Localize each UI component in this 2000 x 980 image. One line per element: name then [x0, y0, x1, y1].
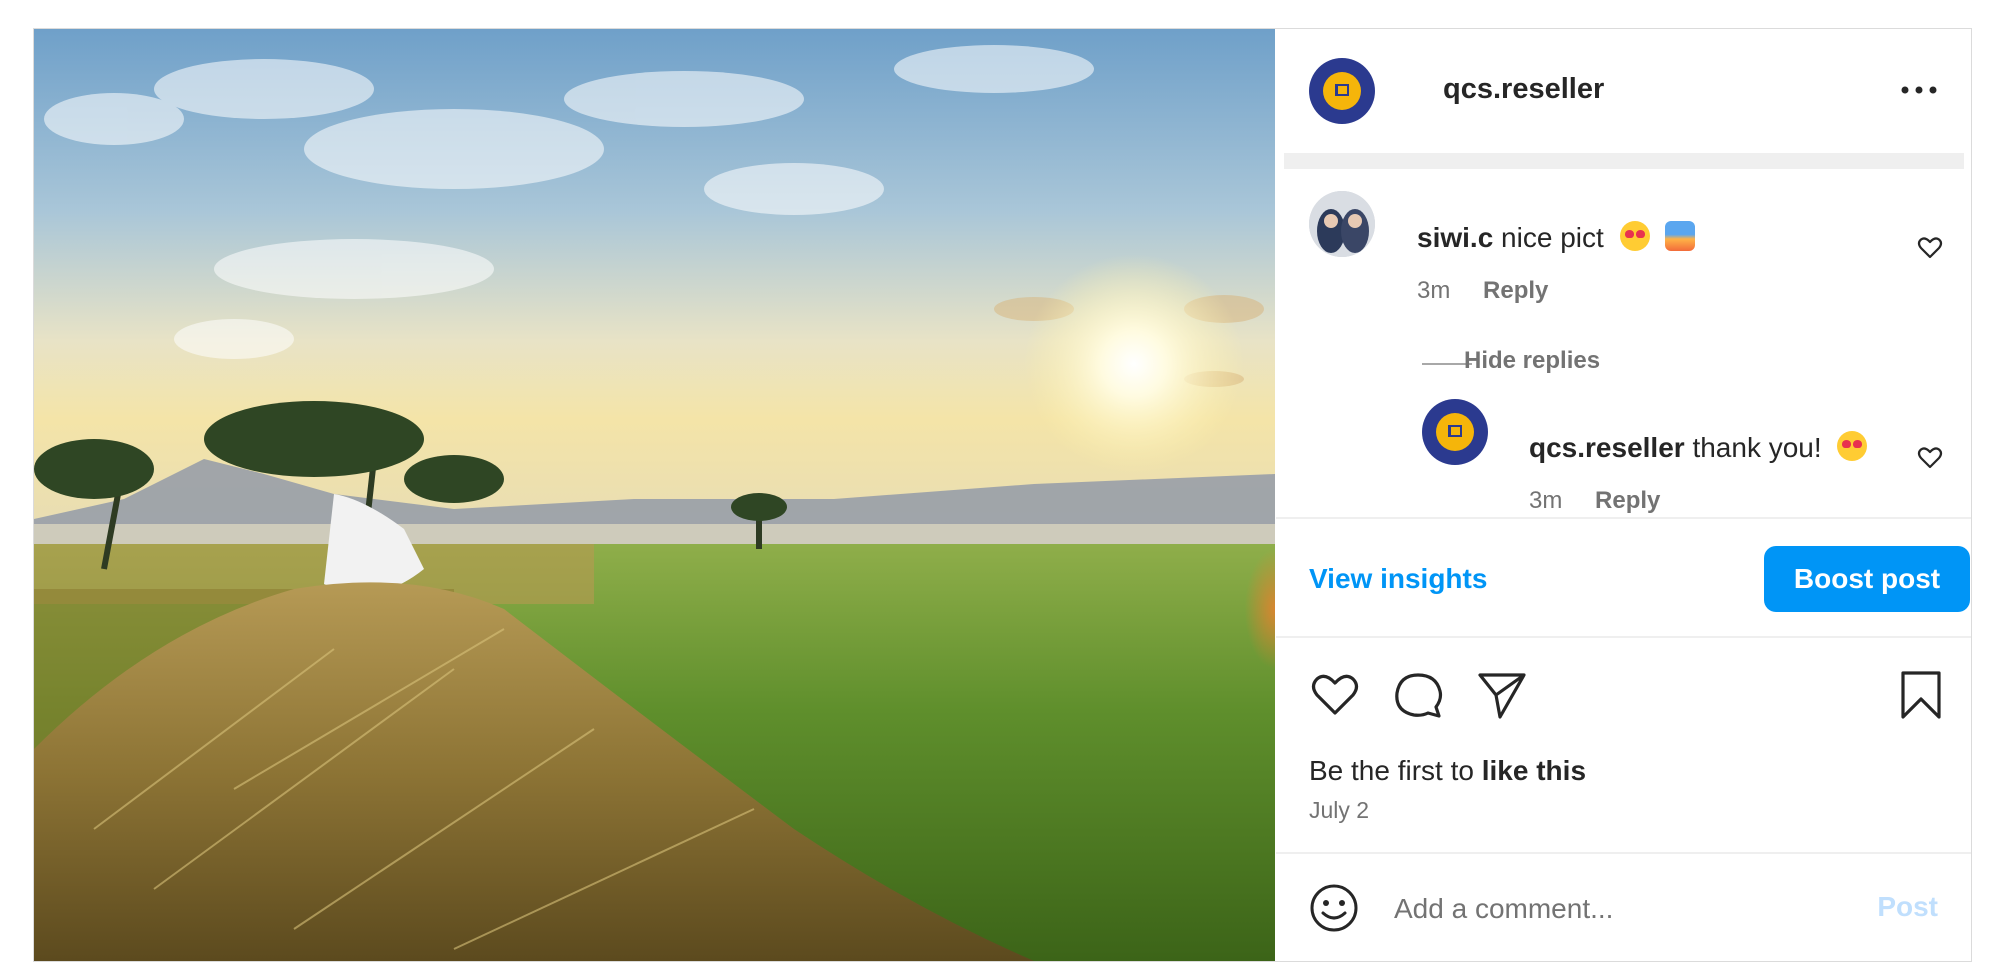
- reply-button[interactable]: Reply: [1483, 277, 1548, 304]
- post-image[interactable]: [34, 29, 1275, 961]
- add-comment-divider: [1276, 852, 1971, 854]
- reply-username[interactable]: qcs.reseller: [1529, 432, 1685, 463]
- boost-post-button[interactable]: Boost post: [1764, 546, 1970, 612]
- share-icon[interactable]: [1476, 669, 1528, 721]
- commenter-avatar[interactable]: [1309, 191, 1375, 257]
- author-username[interactable]: qcs.reseller: [1443, 73, 1604, 106]
- header-divider: [1284, 153, 1964, 169]
- post-side-panel: qcs.reseller siwi.c nice pict 3m Reply H…: [1276, 29, 1971, 961]
- reply-author-avatar[interactable]: [1422, 399, 1488, 465]
- reply-text: qcs.reseller thank you!: [1529, 431, 1868, 464]
- heart-icon[interactable]: [1917, 236, 1943, 260]
- reply-button[interactable]: Reply: [1595, 487, 1660, 514]
- likes-prefix: Be the first to: [1309, 755, 1474, 786]
- post-card: qcs.reseller siwi.c nice pict 3m Reply H…: [33, 28, 1972, 962]
- bookmark-icon[interactable]: [1895, 669, 1947, 721]
- more-horizontal-icon[interactable]: [1897, 75, 1941, 105]
- heart-icon[interactable]: [1917, 446, 1943, 470]
- view-insights-link[interactable]: View insights: [1309, 563, 1487, 595]
- insights-divider: [1276, 636, 1971, 638]
- post-header: qcs.reseller: [1276, 29, 1971, 153]
- comment-icon[interactable]: [1392, 669, 1444, 721]
- comment-time: 3m: [1417, 277, 1451, 304]
- post-comment-button[interactable]: Post: [1877, 891, 1938, 923]
- like-this-link[interactable]: like this: [1482, 755, 1586, 786]
- comment-text: siwi.c nice pict: [1417, 221, 1696, 254]
- author-avatar[interactable]: [1309, 58, 1375, 124]
- likes-summary: Be the first to like this: [1309, 755, 1586, 787]
- heart-eyes-emoji: [1837, 431, 1868, 461]
- comment-input[interactable]: [1392, 885, 1866, 933]
- hide-replies-button[interactable]: Hide replies: [1464, 347, 1600, 375]
- heart-eyes-emoji: [1619, 221, 1650, 251]
- comment-meta: 3m Reply: [1417, 277, 1548, 305]
- comment-body: nice pict: [1501, 222, 1604, 253]
- post-date: July 2: [1309, 797, 1370, 823]
- emoji-picker-icon[interactable]: [1309, 883, 1359, 933]
- reply-time: 3m: [1529, 487, 1563, 514]
- heart-icon[interactable]: [1309, 669, 1361, 721]
- sunrise-emoji: [1665, 221, 1696, 251]
- comments-divider: [1276, 517, 1971, 519]
- reply-meta: 3m Reply: [1529, 487, 1660, 515]
- comment-username[interactable]: siwi.c: [1417, 222, 1493, 253]
- reply-body: thank you!: [1692, 432, 1822, 463]
